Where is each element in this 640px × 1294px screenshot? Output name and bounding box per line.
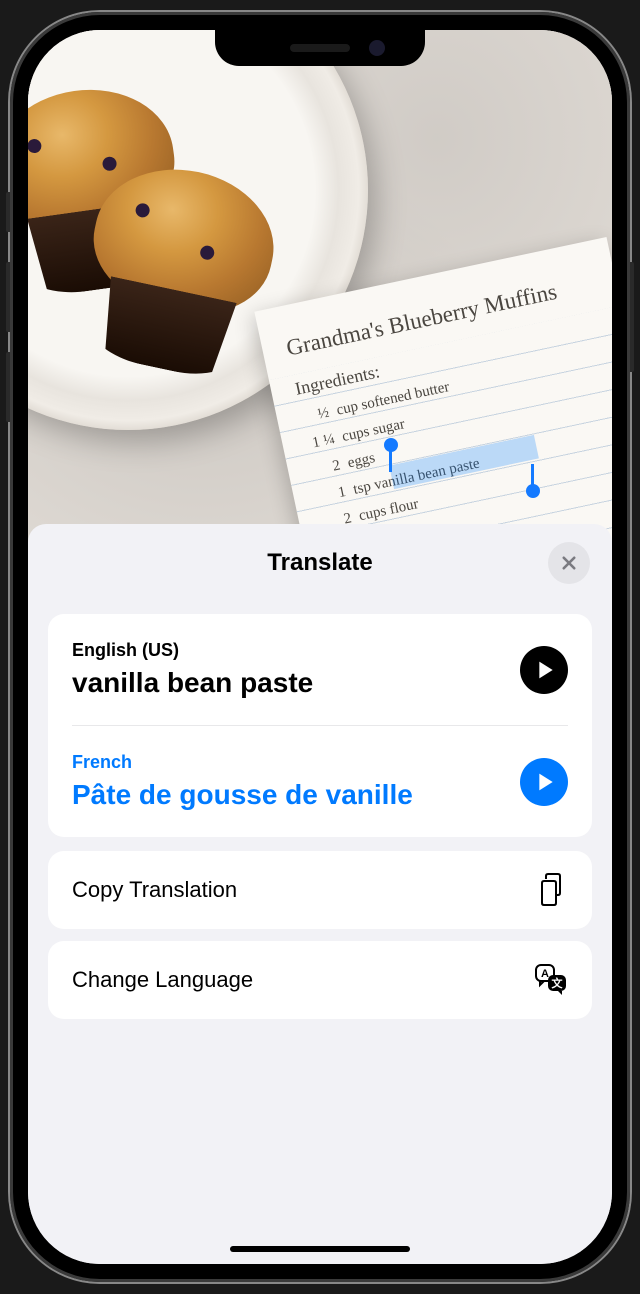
target-language-label: French: [72, 752, 508, 773]
phone-frame: Grandma's Blueberry Muffins Ingredients:…: [10, 12, 630, 1282]
sheet-header: Translate: [28, 524, 612, 602]
play-icon: [537, 660, 555, 680]
translation-card: English (US) vanilla bean paste French P…: [48, 614, 592, 837]
selection-handle-start[interactable]: [384, 438, 398, 452]
screen: Grandma's Blueberry Muffins Ingredients:…: [28, 30, 612, 1264]
notch: [215, 30, 425, 66]
play-target-button[interactable]: [520, 758, 568, 806]
play-source-button[interactable]: [520, 646, 568, 694]
photo-content[interactable]: Grandma's Blueberry Muffins Ingredients:…: [28, 30, 612, 570]
source-block: English (US) vanilla bean paste: [72, 614, 568, 725]
copy-icon: [534, 873, 568, 907]
target-block: French Pâte de gousse de vanille: [72, 725, 568, 837]
selection-handle-end[interactable]: [526, 484, 540, 498]
change-language-button[interactable]: Change Language A 文: [48, 941, 592, 1019]
translate-sheet: Translate English (US) vanilla bean past…: [28, 524, 612, 1264]
action-label: Copy Translation: [72, 877, 237, 903]
source-text: vanilla bean paste: [72, 667, 508, 699]
svg-text:文: 文: [552, 976, 564, 990]
home-indicator[interactable]: [230, 1246, 410, 1252]
play-icon: [537, 772, 555, 792]
close-icon: [560, 554, 578, 572]
close-button[interactable]: [548, 542, 590, 584]
sheet-title: Translate: [267, 549, 372, 577]
copy-translation-button[interactable]: Copy Translation: [48, 851, 592, 929]
action-label: Change Language: [72, 967, 253, 993]
source-language-label: English (US): [72, 640, 508, 661]
target-text: Pâte de gousse de vanille: [72, 779, 508, 811]
translate-icon: A 文: [534, 963, 568, 997]
svg-text:A: A: [541, 968, 549, 980]
